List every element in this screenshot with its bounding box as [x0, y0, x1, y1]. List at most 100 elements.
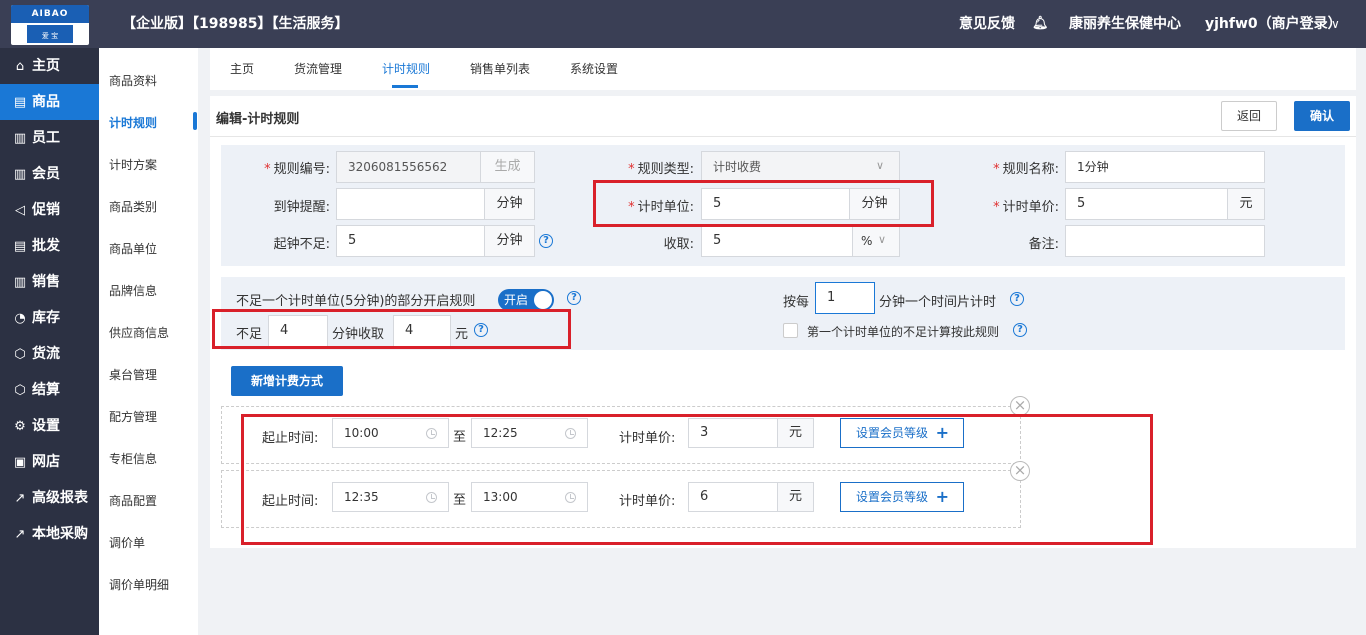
sidebar-item-inventory[interactable]: ◔ 库存: [0, 300, 99, 336]
min-start-unit: 分钟: [484, 225, 535, 257]
first-unit-label: 第一个计时单位的不足计算按此规则: [807, 325, 1000, 339]
min-start-field[interactable]: 5: [336, 225, 485, 257]
sidebar-item-products[interactable]: ▤ 商品: [0, 84, 99, 120]
subnav-item-active[interactable]: 计时规则: [109, 114, 157, 131]
rule-no-field[interactable]: 3206081556562: [336, 151, 481, 183]
tab-logistics[interactable]: 货流管理: [294, 48, 342, 90]
tab-system-settings[interactable]: 系统设置: [570, 48, 618, 90]
unit-price-field[interactable]: 5: [1065, 188, 1228, 220]
megaphone-icon: ◁: [15, 203, 25, 218]
chevron-down-icon: ∨: [876, 159, 885, 172]
subnav-item[interactable]: 商品配置: [109, 492, 157, 509]
sidebar-item-members[interactable]: ▥ 会员: [0, 156, 99, 192]
subnav-item[interactable]: 商品资料: [109, 72, 157, 89]
subnav-item[interactable]: 商品单位: [109, 240, 157, 257]
sidebar-item-label: 主页: [32, 58, 60, 74]
subnav-item[interactable]: 调价单: [109, 534, 145, 551]
sidebar-item-label: 网店: [32, 454, 60, 470]
top-bar: AIBAO 爱 宝 【企业版】【198985】【生活服务】 意见反馈 🔔︎ 康丽…: [0, 0, 1366, 48]
sidebar-item-reports[interactable]: ↗ 高级报表: [0, 480, 99, 516]
toggle-label: 开启: [504, 293, 529, 307]
remind-field[interactable]: [336, 188, 485, 220]
sidebar-item-wholesale[interactable]: ▤ 批发: [0, 228, 99, 264]
first-unit-checkbox[interactable]: [783, 323, 798, 338]
unit-price-suffix: 元: [1227, 188, 1265, 220]
generate-button[interactable]: 生成: [480, 151, 535, 183]
sidebar-item-label: 高级报表: [32, 490, 88, 506]
rule-name-field[interactable]: 1分钟: [1065, 151, 1265, 183]
page-title: 【企业版】【198985】【生活服务】: [122, 16, 349, 32]
per-suffix: 分钟一个时间片计时: [879, 295, 997, 310]
logo-wordmark: AIBAO: [11, 5, 89, 23]
back-button[interactable]: 返回: [1221, 101, 1277, 131]
store-name[interactable]: 康丽养生保健中心: [1069, 0, 1181, 48]
sidebar-item-logistics[interactable]: ⬡ 货流: [0, 336, 99, 372]
sidebar-item-purchase[interactable]: ↗ 本地采购: [0, 516, 99, 552]
sidebar-item-webstore[interactable]: ▣ 网店: [0, 444, 99, 480]
charge-label: 收取:: [663, 237, 694, 252]
sidebar-item-label: 货流: [32, 346, 60, 362]
logo-subtext: 爱 宝: [41, 32, 59, 40]
highlight-box-periods: [241, 414, 1153, 545]
partial-rule-label: 不足一个计时单位(5分钟)的部分开启规则: [236, 294, 476, 309]
sidebar-item-settlement[interactable]: ⬡ 结算: [0, 372, 99, 408]
subnav-item[interactable]: 专柜信息: [109, 450, 157, 467]
cube-icon: ⬡: [14, 383, 26, 398]
sidebar-item-label: 销售: [32, 274, 60, 290]
store-icon: ▣: [13, 455, 27, 470]
sidebar-item-label: 批发: [32, 238, 60, 254]
remind-label: 到钟提醒:: [273, 200, 330, 215]
per-label: 按每: [783, 295, 810, 310]
help-icon[interactable]: ?: [1013, 323, 1027, 337]
subnav-item[interactable]: 调价单明细: [109, 576, 169, 593]
tab-timing-rules[interactable]: 计时规则: [382, 48, 430, 90]
min-start-label: 起钟不足:: [273, 237, 330, 252]
subnav-item[interactable]: 供应商信息: [109, 324, 169, 341]
close-icon[interactable]: ×: [1010, 396, 1030, 416]
bell-icon[interactable]: 🔔︎: [1032, 0, 1049, 48]
trend-icon: ↗: [14, 491, 26, 506]
sidebar-item-home[interactable]: ⌂ 主页: [0, 48, 99, 84]
partial-rule-toggle[interactable]: 开启: [498, 289, 554, 311]
main-sidebar: ⌂ 主页 ▤ 商品 ▥ 员工 ▥ 会员 ◁ 促销 ▤ 批发 ▥ 销售 ◔ 库存 ⬡ 货流 ⬡ 结算 …: [0, 48, 99, 635]
divider: [210, 136, 1356, 137]
member-icon: ▥: [13, 167, 27, 182]
charge-field[interactable]: 5: [701, 225, 853, 257]
subnav-item[interactable]: 计时方案: [109, 156, 157, 173]
chevron-down-icon[interactable]: ∨: [1331, 0, 1340, 48]
remark-textarea[interactable]: [1065, 225, 1265, 257]
toggle-knob: [534, 291, 552, 309]
tab-underline: [392, 85, 418, 88]
user-menu[interactable]: yjhfw0（商户登录）: [1205, 0, 1342, 48]
subnav-item[interactable]: 配方管理: [109, 408, 157, 425]
subnav-item[interactable]: 桌台管理: [109, 366, 157, 383]
percent-select[interactable]: %: [852, 225, 900, 257]
subnav-item[interactable]: 品牌信息: [109, 282, 157, 299]
rule-type-select[interactable]: 计时收费: [701, 151, 900, 183]
sidebar-item-settings[interactable]: ⚙ 设置: [0, 408, 99, 444]
sidebar-item-label: 设置: [32, 418, 60, 434]
help-icon[interactable]: ?: [567, 291, 581, 305]
feedback-link[interactable]: 意见反馈: [959, 0, 1015, 48]
sub-nav: 商品资料 计时规则 计时方案 商品类别 商品单位 品牌信息 供应商信息 桌台管理…: [99, 48, 198, 635]
tab-home[interactable]: 主页: [230, 48, 254, 90]
trend-icon: ↗: [14, 527, 26, 542]
help-icon[interactable]: ?: [1010, 292, 1024, 306]
subnav-item[interactable]: 商品类别: [109, 198, 157, 215]
sidebar-item-staff[interactable]: ▥ 员工: [0, 120, 99, 156]
confirm-button[interactable]: 确认: [1294, 101, 1350, 131]
highlight-box-time-unit: [593, 180, 934, 227]
add-charge-method-button[interactable]: 新增计费方式: [231, 366, 343, 396]
tab-sales-list[interactable]: 销售单列表: [470, 48, 530, 90]
sidebar-item-promotion[interactable]: ◁ 促销: [0, 192, 99, 228]
per-minute-field[interactable]: 1: [815, 282, 875, 314]
sidebar-item-label: 商品: [32, 94, 60, 110]
rule-name-label: * 规则名称:: [993, 162, 1059, 177]
sidebar-item-label: 本地采购: [32, 526, 88, 542]
help-icon[interactable]: ?: [539, 234, 553, 248]
sidebar-item-label: 会员: [32, 166, 60, 182]
panel-heading: 编辑-计时规则: [216, 112, 300, 127]
aibao-logo[interactable]: AIBAO 爱 宝: [11, 5, 89, 45]
sidebar-item-sales[interactable]: ▥ 销售: [0, 264, 99, 300]
gear-icon: ⚙: [14, 419, 26, 434]
